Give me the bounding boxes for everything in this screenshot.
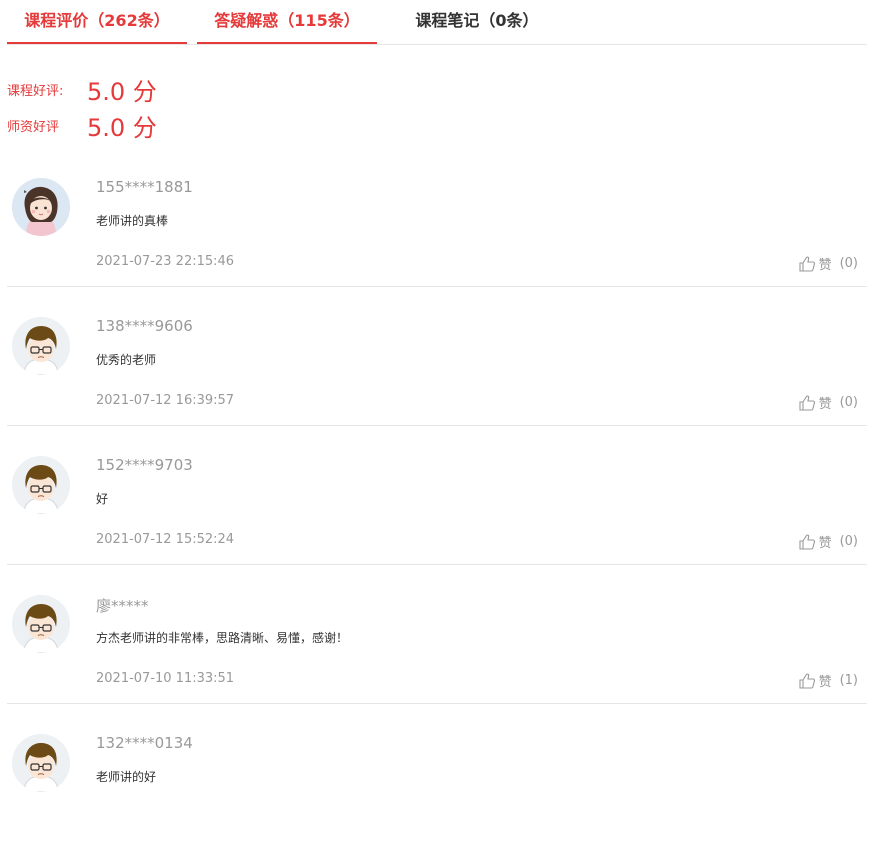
review-time: 2021-07-10 11:33:51: [96, 671, 235, 686]
like-count: (0): [839, 534, 858, 549]
course-rating-value: 5.0 分: [87, 77, 157, 106]
teacher-rating: 师资好评 5.0 分: [7, 108, 157, 142]
tab-course-reviews[interactable]: 课程评价（262条）: [7, 0, 187, 44]
like-count: (0): [839, 395, 858, 410]
course-rating: 课程好评: 5.0 分: [7, 72, 157, 106]
boy-avatar: [12, 456, 70, 514]
review-item: 138****9606 优秀的老师 2021-07-12 16:39:57 赞 …: [7, 286, 867, 426]
review-item: 132****0134 老师讲的好: [7, 703, 867, 842]
boy-avatar: [12, 734, 70, 792]
review-content: 好: [96, 492, 109, 506]
like-label: 赞: [818, 397, 832, 412]
review-time: 2021-07-12 16:39:57: [96, 393, 235, 408]
like-label: 赞: [818, 258, 832, 273]
review-content: 优秀的老师: [96, 353, 157, 367]
review-time: 2021-07-12 15:52:24: [96, 532, 235, 547]
review-username: 138****9606: [96, 317, 193, 335]
tab-course-notes[interactable]: 课程笔记（0条）: [387, 0, 567, 44]
review-item: 廖***** 方杰老师讲的非常棒，思路清晰、易懂，感谢！ 2021-07-10 …: [7, 564, 867, 704]
like-button[interactable]: 赞 (1): [798, 671, 858, 690]
like-count: (1): [839, 673, 858, 688]
teacher-rating-label: 师资好评: [7, 119, 60, 135]
boy-avatar: [12, 317, 70, 375]
girl-avatar: [12, 178, 70, 236]
review-item: 152****9703 好 2021-07-12 15:52:24 赞 (0): [7, 425, 867, 565]
like-label: 赞: [818, 675, 832, 690]
like-count: (0): [839, 256, 858, 271]
review-username: 廖*****: [96, 597, 149, 615]
review-item: 155****1881 老师讲的真棒 2021-07-23 22:15:46 赞…: [7, 147, 867, 287]
like-button[interactable]: 赞 (0): [798, 254, 858, 273]
like-label: 赞: [818, 536, 832, 551]
thumbs-up-icon: [799, 395, 815, 411]
course-rating-label: 课程好评:: [7, 83, 64, 99]
review-content: 老师讲的真棒: [96, 214, 169, 228]
like-button[interactable]: 赞 (0): [798, 532, 858, 551]
review-username: 152****9703: [96, 456, 193, 474]
thumbs-up-icon: [799, 673, 815, 689]
review-time: 2021-07-23 22:15:46: [96, 254, 235, 269]
thumbs-up-icon: [799, 534, 815, 550]
teacher-rating-value: 5.0 分: [87, 113, 157, 142]
review-tabs: 课程评价（262条） 答疑解惑（115条） 课程笔记（0条）: [7, 0, 867, 45]
tab-qa[interactable]: 答疑解惑（115条）: [197, 0, 377, 44]
like-button[interactable]: 赞 (0): [798, 393, 858, 412]
boy-avatar: [12, 595, 70, 653]
review-username: 155****1881: [96, 178, 193, 196]
review-username: 132****0134: [96, 734, 193, 752]
review-content: 方杰老师讲的非常棒，思路清晰、易懂，感谢！: [96, 631, 349, 645]
review-content: 老师讲的好: [96, 770, 157, 784]
thumbs-up-icon: [799, 256, 815, 272]
